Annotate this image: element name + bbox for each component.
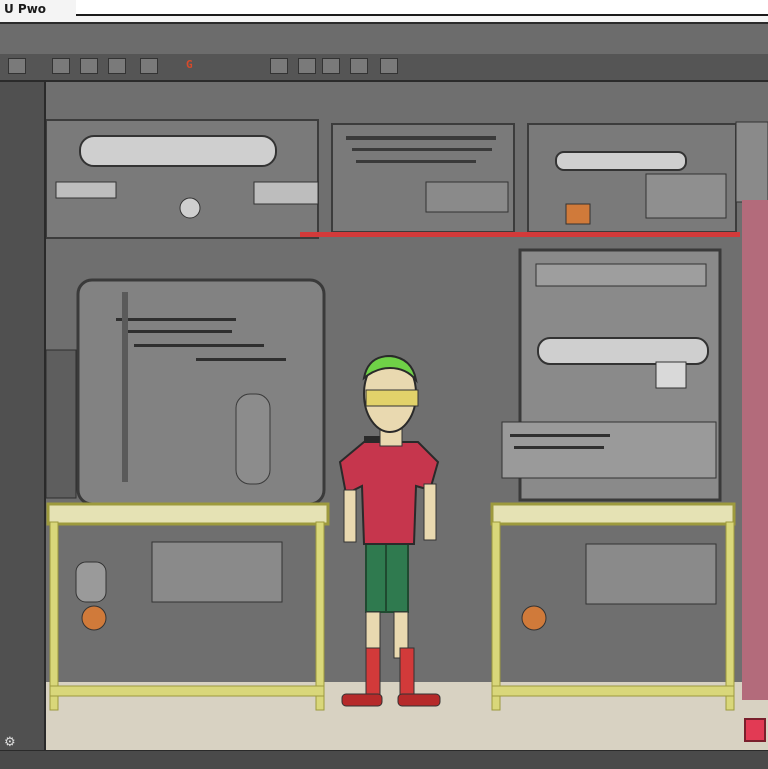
red-rail [300,232,740,237]
left-panel [0,82,46,768]
machine-text-line [514,446,604,449]
cabinet-text-line [122,330,232,333]
character-glasses [365,389,419,407]
character-sock [365,647,381,701]
toolbar-button[interactable] [52,58,70,74]
toolbar-button[interactable] [80,58,98,74]
machine-lid [535,263,707,287]
machine-part [253,181,319,205]
titlebar-strip [76,0,768,16]
panel-text-line [352,148,492,151]
table-leg-right [491,521,501,711]
cabinet-text-line [116,318,236,321]
panel-text-line [356,160,476,163]
menu-bar [0,24,768,55]
glass-cabinet-left [76,278,326,506]
character-shorts [365,541,389,613]
toolbar-button[interactable] [8,58,26,74]
window-title: U Pwo [4,2,47,16]
machine-knob [179,197,201,219]
cabinet-text-line [196,358,286,361]
toolbar-button[interactable] [108,58,126,74]
window-titlebar: U Pwo [0,0,768,24]
machine-pipe [79,135,277,167]
machine-text-line [510,434,610,437]
game-scene [46,82,768,750]
equipment-part [75,561,107,603]
character-shoe [397,693,441,707]
machine-part [425,181,509,213]
toolbar-button[interactable] [140,58,158,74]
game-canvas[interactable] [46,82,768,750]
machine-panel-middle [331,123,515,233]
toolbar-button[interactable] [322,58,340,74]
toolbar-button[interactable] [350,58,368,74]
table-top-left [46,502,330,526]
side-cabinet [46,349,77,499]
table-equipment [585,543,717,605]
table-top-right [490,502,736,526]
character-sock [399,647,415,701]
right-edge-panel [742,200,768,700]
equipment-knob [521,605,547,631]
table-leg-left [49,521,59,711]
table-shelf-left [49,685,325,697]
table-leg-left [315,521,325,711]
equipment-knob [81,605,107,631]
machine-part [565,203,591,225]
toolbar-label: G [186,58,193,71]
status-bar [0,750,768,769]
character-shoe [341,693,383,707]
machine-part [55,181,117,199]
machine-part [645,173,727,219]
cabinet-bar [122,292,128,482]
wall-fixture [735,121,768,203]
machine-base [501,421,717,479]
cabinet-pipe [235,393,271,485]
table-shelf-right [491,685,735,697]
cabinet-text-line [134,344,264,347]
machine-pipe [537,337,709,365]
toolbar-button[interactable] [380,58,398,74]
corner-button[interactable] [744,718,766,742]
toolbar-button[interactable] [270,58,288,74]
machine-part [655,361,687,389]
panel-text-line [346,136,496,140]
machine-pipe [555,151,687,171]
gear-icon[interactable]: ⚙ [4,736,18,750]
table-equipment [151,541,283,603]
toolbar-button[interactable] [298,58,316,74]
table-leg-right [725,521,735,711]
